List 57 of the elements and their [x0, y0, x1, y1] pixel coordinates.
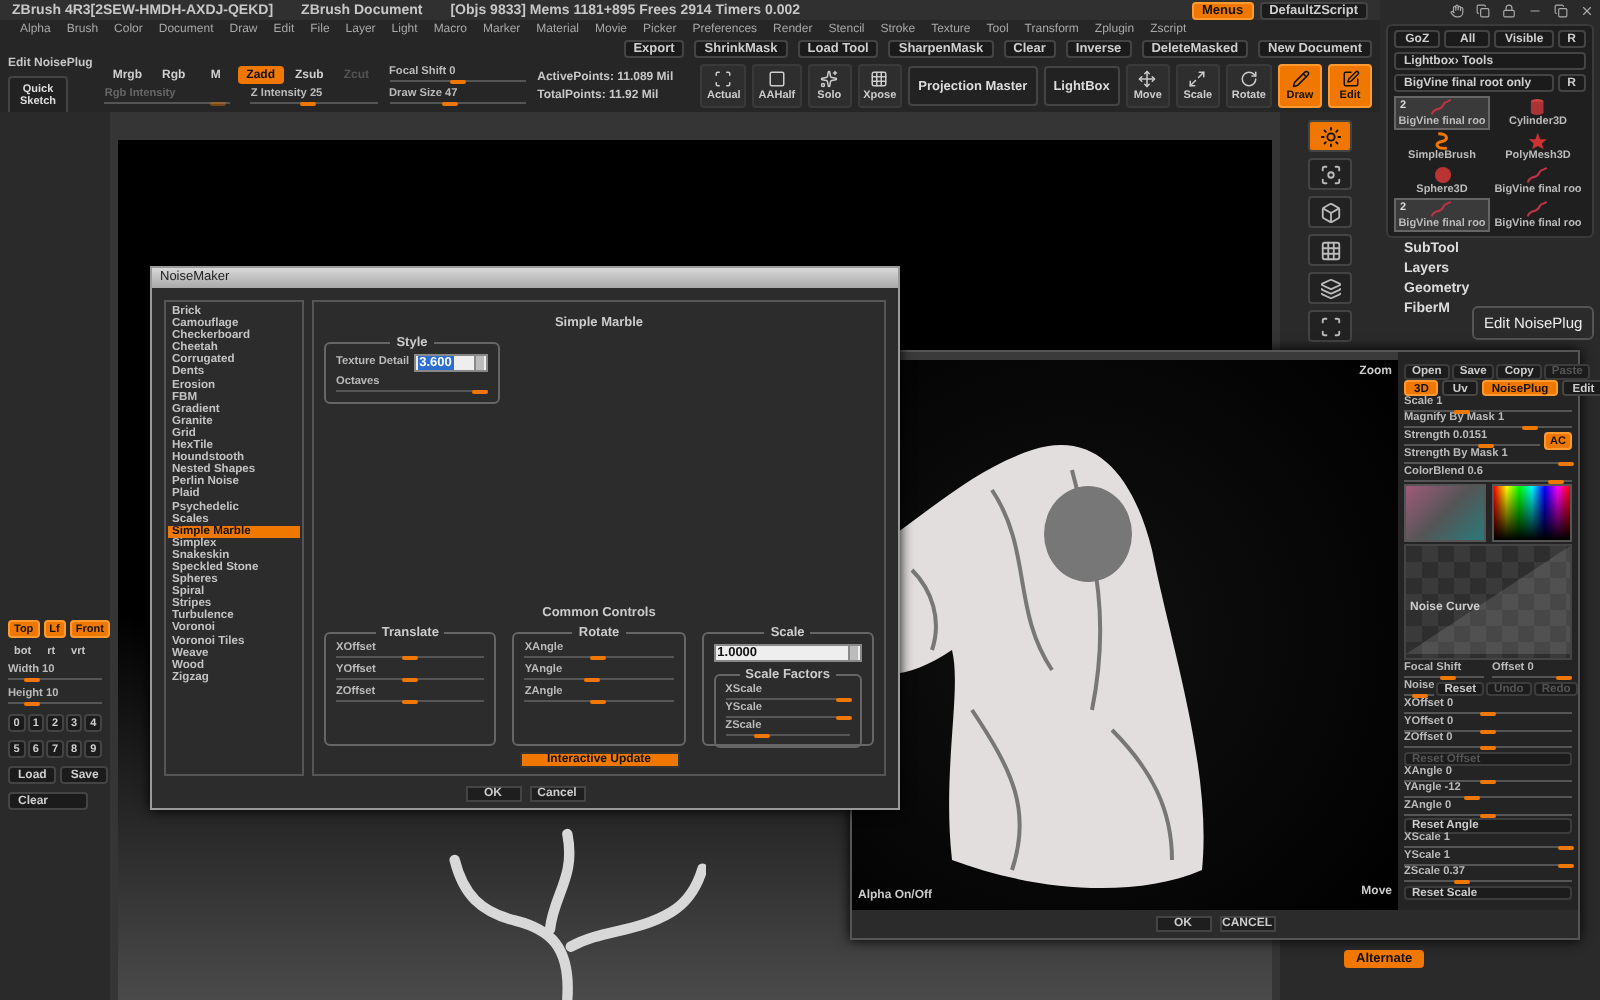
slider-track[interactable]: [336, 388, 488, 394]
hand-icon[interactable]: [1450, 3, 1464, 17]
copy-icon[interactable]: [1476, 3, 1490, 17]
view-tool-button[interactable]: [1308, 310, 1352, 342]
vine-icon: [1430, 200, 1454, 218]
slider-track[interactable]: [1404, 777, 1572, 783]
slider-track[interactable]: [1404, 710, 1572, 716]
star-icon: [1528, 132, 1548, 150]
slider-track[interactable]: [1404, 811, 1572, 817]
cube-icon: [1319, 201, 1341, 223]
slider-track[interactable]: [1404, 407, 1572, 413]
vine-icon: [1430, 98, 1454, 116]
grid-icon: [1319, 239, 1341, 261]
view-tool-button[interactable]: [1308, 234, 1352, 266]
slider-track[interactable]: [1404, 794, 1572, 800]
slider-track[interactable]: [1404, 424, 1572, 430]
color-picker[interactable]: [1491, 484, 1572, 542]
restore-icon[interactable]: [1554, 3, 1568, 17]
focus-icon: [1319, 163, 1341, 185]
slider-track[interactable]: [389, 99, 526, 105]
sphere-icon: [1433, 166, 1451, 184]
slider-track[interactable]: [250, 100, 377, 106]
slider-track[interactable]: [1404, 674, 1484, 680]
slider-track[interactable]: [1404, 460, 1572, 466]
color-swatch[interactable]: [1404, 484, 1485, 542]
slider-track[interactable]: [524, 676, 674, 682]
slider-track[interactable]: [1404, 727, 1572, 733]
slider-track[interactable]: [1404, 844, 1572, 850]
vine-icon: [1526, 200, 1550, 218]
slider-track[interactable]: [336, 698, 485, 704]
slider-track[interactable]: [524, 654, 674, 660]
slider-track[interactable]: [104, 100, 231, 106]
slider-track[interactable]: [336, 654, 485, 660]
slider-track[interactable]: [725, 696, 850, 702]
slider-track[interactable]: [524, 698, 674, 704]
slider-track[interactable]: [1404, 861, 1572, 867]
layers-icon: [1319, 277, 1341, 299]
slider-track[interactable]: [1404, 477, 1572, 483]
view-tool-button[interactable]: [1308, 120, 1352, 152]
slider-track[interactable]: [389, 77, 526, 83]
cylinder-icon: [1530, 98, 1546, 116]
view-tool-button[interactable]: [1308, 272, 1352, 304]
close-icon[interactable]: [1580, 3, 1594, 17]
s-shape-icon: [1434, 132, 1450, 150]
frame-icon: [1319, 315, 1341, 337]
view-tool-button[interactable]: [1308, 196, 1352, 228]
slider-track[interactable]: [725, 732, 850, 738]
lock-icon[interactable]: [1502, 3, 1516, 17]
vine-icon: [1526, 166, 1550, 184]
slider-track[interactable]: [336, 676, 485, 682]
sun-icon: [1319, 125, 1341, 147]
slider-track[interactable]: [1404, 442, 1541, 448]
slider-track[interactable]: [725, 714, 850, 720]
view-tool-button[interactable]: [1308, 158, 1352, 190]
slider-track[interactable]: [8, 700, 102, 706]
slider-track[interactable]: [1404, 691, 1435, 697]
slider-track[interactable]: [8, 676, 102, 682]
